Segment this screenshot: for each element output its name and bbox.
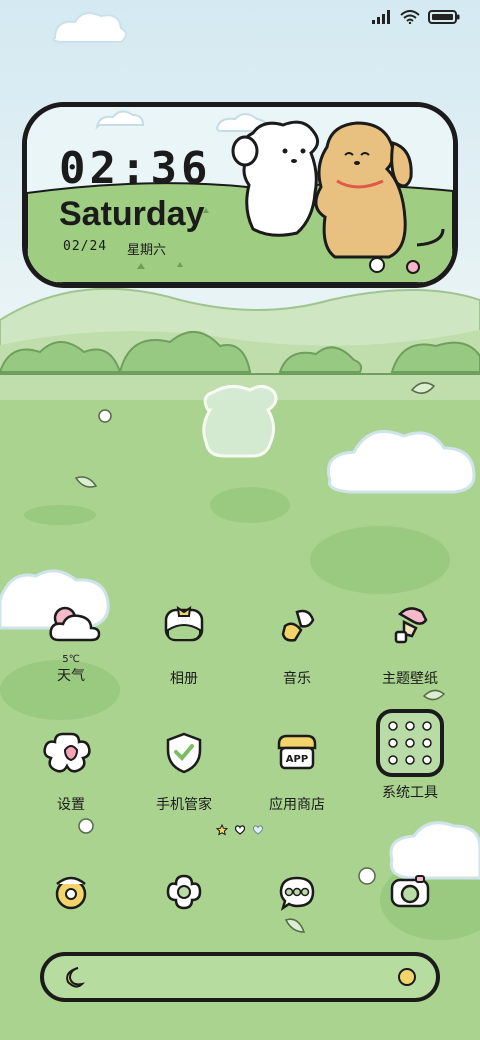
widget-weekday-cn: 星期六 [127, 243, 167, 258]
app-music[interactable]: 音乐 [242, 596, 352, 688]
widget-time: 02:36 [59, 143, 212, 194]
app-label: 应用商店 [269, 797, 325, 813]
wifi-icon [400, 10, 420, 24]
star-dot-icon[interactable] [216, 824, 228, 836]
heart-dot-icon[interactable] [252, 824, 264, 836]
widget-date: 02/24 [63, 239, 108, 254]
phone-icon [55, 876, 87, 910]
app-label: 手机管家 [156, 797, 212, 813]
svg-text:APP: APP [286, 754, 308, 765]
status-bar [372, 10, 460, 24]
app-theme-wallpaper[interactable]: 主题壁纸 [355, 596, 465, 688]
app-phone-manager[interactable]: 手机管家 [129, 722, 239, 814]
search-bar[interactable] [40, 952, 440, 1002]
app-settings[interactable]: 设置 [16, 722, 126, 814]
shield-check-icon [166, 732, 202, 774]
signal-bars-icon [372, 10, 390, 24]
clock-widget[interactable]: 02:36 Saturday 02/24 星期六 [22, 102, 458, 288]
app-label: 设置 [57, 797, 85, 813]
heart-dot-active-icon[interactable] [234, 824, 246, 836]
dock-camera[interactable] [355, 862, 465, 922]
photo-album-icon [164, 605, 204, 642]
app-label: 主题壁纸 [382, 671, 438, 687]
app-label: 系统工具 [382, 785, 438, 801]
camera-icon [390, 875, 430, 908]
gear-flower-icon [43, 732, 91, 773]
dock-phone[interactable] [16, 862, 126, 922]
widget-weekday: Saturday [59, 195, 205, 233]
app-label: 音乐 [283, 671, 311, 687]
app-label: 天气 [57, 668, 85, 684]
tools-folder-icon [376, 709, 444, 777]
app-weather[interactable]: 5℃ 天气 [16, 596, 126, 685]
app-label: 相册 [170, 671, 198, 687]
flower-contacts-icon [166, 874, 202, 910]
message-bubble-icon [279, 876, 315, 911]
app-store[interactable]: APP 应用商店 [242, 722, 352, 814]
dock-contacts[interactable] [129, 862, 239, 922]
paint-roller-icon [394, 607, 428, 644]
moon-icon[interactable] [64, 966, 86, 988]
dock-messages[interactable] [242, 862, 352, 922]
music-note-icon [281, 609, 315, 642]
battery-icon [428, 10, 460, 24]
circle-icon[interactable] [396, 966, 418, 988]
app-system-tools-folder[interactable]: 系统工具 [355, 708, 465, 802]
cloud-sun-icon [49, 606, 101, 642]
weather-temperature: 5℃ [62, 654, 80, 665]
page-indicator [216, 824, 264, 836]
app-photo-album[interactable]: 相册 [129, 596, 239, 688]
app-store-icon: APP [277, 734, 317, 770]
